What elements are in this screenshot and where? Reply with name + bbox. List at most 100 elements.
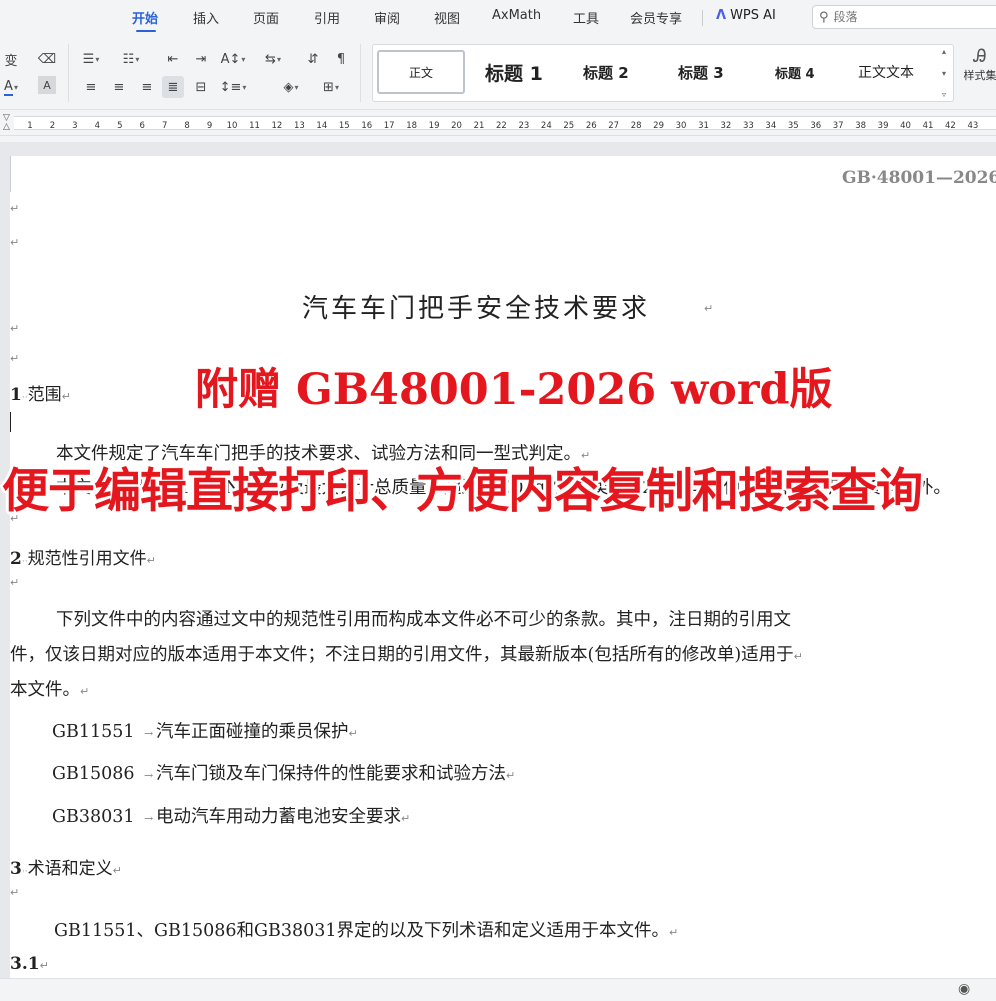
tab-home[interactable]: 开始 bbox=[132, 8, 158, 27]
paragraph-mark: ↵ bbox=[348, 727, 358, 740]
paragraph-mark: ↵ bbox=[112, 864, 122, 877]
increase-indent-icon[interactable]: ⇥ bbox=[190, 48, 212, 70]
ruler-number: 11 bbox=[249, 121, 260, 131]
style-set-icon: Ꭿ bbox=[973, 46, 987, 67]
document-area[interactable]: GB·48001—2026 ↵ ↵ 汽车车门把手安全技术要求 ↵ ↵ ↵ 1··… bbox=[0, 142, 996, 978]
align-left-icon[interactable]: ≡ bbox=[80, 76, 102, 98]
ruler-number: 5 bbox=[117, 121, 123, 131]
ruler-number: 7 bbox=[161, 121, 168, 131]
tab-page[interactable]: 页面 bbox=[253, 8, 279, 27]
ruler-number: 10 bbox=[226, 121, 238, 131]
character-shading-icon[interactable]: A bbox=[38, 76, 56, 94]
paragraph-mark: ↵ bbox=[10, 576, 20, 589]
paragraph-mark: ↵ bbox=[704, 302, 714, 315]
indent-marker-icon[interactable]: ▽ △ bbox=[3, 114, 13, 132]
ruler-number: 12 bbox=[271, 121, 283, 131]
search-icon: ⚲ bbox=[819, 9, 829, 25]
active-tab-indicator bbox=[136, 30, 156, 32]
ruler-number: 37 bbox=[832, 121, 844, 131]
ruler-number: 24 bbox=[540, 121, 552, 131]
style-heading-2[interactable]: 标题 2 bbox=[583, 62, 629, 83]
ruler-number: 30 bbox=[675, 121, 687, 131]
borders-icon[interactable]: ⊞ bbox=[320, 76, 342, 98]
section-heading-2: 2··规范性引用文件↵ bbox=[10, 549, 156, 569]
style-set-button[interactable]: Ꭿ 样式集 bbox=[960, 46, 996, 83]
ruler-number: 28 bbox=[630, 121, 642, 131]
body-paragraph: GB11551、GB15086和GB38031界定的以及下列术语和定义适用于本文… bbox=[54, 914, 678, 950]
style-normal[interactable]: 正文 bbox=[377, 50, 465, 94]
show-marks-icon[interactable]: ¶ bbox=[330, 48, 352, 70]
shading-icon[interactable]: ◈ bbox=[280, 76, 302, 98]
ruler-number: 16 bbox=[361, 121, 373, 131]
style-heading-1[interactable]: 标题 1 bbox=[485, 59, 543, 86]
line-spacing-icon[interactable]: ↕≡ bbox=[220, 76, 244, 98]
ruler-number: 31 bbox=[698, 121, 709, 131]
ruler-number: 23 bbox=[518, 121, 530, 131]
expand-icon[interactable]: ▿ bbox=[942, 90, 946, 99]
paragraph-mark: ↵ bbox=[39, 959, 49, 972]
paragraph-mark: ↵ bbox=[10, 886, 20, 899]
numbered-list-icon[interactable]: ☷ bbox=[120, 48, 142, 70]
paragraph-text: 本文件。 bbox=[10, 680, 80, 700]
align-justify-icon[interactable]: ≣ bbox=[162, 76, 184, 98]
chevron-up-icon[interactable]: ▴ bbox=[942, 47, 946, 56]
paragraph-mark: ↵ bbox=[10, 352, 20, 365]
section-number: 3 bbox=[10, 859, 22, 879]
align-right-icon[interactable]: ≡ bbox=[136, 76, 158, 98]
wps-ai-icon: ᐱ bbox=[716, 8, 727, 23]
body-paragraph-line: 件，仅该日期对应的版本适用于本文件；不注日期的引用文件，其最新版本(包括所有的修… bbox=[10, 638, 803, 674]
clear-format-icon[interactable]: ⌫ bbox=[36, 48, 58, 70]
paragraph-mark: ↵ bbox=[669, 926, 679, 939]
style-body-text[interactable]: 正文文本 bbox=[858, 62, 914, 82]
tab-axmath[interactable]: AxMath bbox=[492, 8, 541, 23]
phonetic-guide-icon[interactable]: 变 bbox=[0, 48, 22, 70]
subsection-number: 3.1 bbox=[10, 954, 40, 974]
chevron-down-icon[interactable]: ▾ bbox=[942, 69, 946, 78]
tab-insert[interactable]: 插入 bbox=[193, 8, 219, 27]
search-box[interactable]: ⚲ bbox=[812, 5, 996, 29]
text-direction-icon[interactable]: ⇆ bbox=[262, 48, 284, 70]
ruler-number: 14 bbox=[316, 121, 328, 131]
ribbon-toolbar: 变 ⌫ A A ☰ ☷ ⇤ ⇥ A↕ ⇆ ⇵ ¶ ≡ ≡ ≡ ≣ ⊟ ↕≡ ◈ … bbox=[0, 36, 996, 110]
font-color-icon[interactable]: A bbox=[0, 76, 22, 98]
toolbar-separator bbox=[360, 44, 361, 102]
ruler-number: 15 bbox=[338, 121, 350, 131]
horizontal-ruler[interactable]: ▽ △ 1 2 3 4 5 6 7 8 9 10 11 12 13 14 15 16 17 18 19 20 21 22 23… bbox=[0, 112, 996, 136]
tab-arrow-icon: → bbox=[144, 727, 154, 740]
section-title: 规范性引用文件 bbox=[27, 549, 147, 569]
paragraph-mark: ↵ bbox=[146, 554, 156, 567]
char-spacing-icon[interactable]: A↕ bbox=[221, 48, 244, 70]
ruler-number: 42 bbox=[945, 121, 956, 131]
paragraph-mark: ↵ bbox=[793, 650, 803, 663]
doc-header-number: GB·48001—2026 bbox=[842, 168, 996, 188]
section-title: 术语和定义 bbox=[27, 859, 113, 879]
reference-item: GB38031 → 电动汽车用动力蓄电池安全要求↵ bbox=[52, 800, 410, 836]
reference-name: 汽车门锁及车门保持件的性能要求和试验方法 bbox=[156, 764, 506, 784]
tab-membership[interactable]: 会员专享 bbox=[630, 8, 682, 27]
distributed-align-icon[interactable]: ⊟ bbox=[190, 76, 212, 98]
document-page[interactable]: GB·48001—2026 ↵ ↵ 汽车车门把手安全技术要求 ↵ ↵ ↵ 1··… bbox=[10, 156, 996, 978]
tab-view[interactable]: 视图 bbox=[434, 8, 460, 27]
wps-ai-button[interactable]: ᐱ WPS AI bbox=[716, 8, 776, 23]
style-heading-3[interactable]: 标题 3 bbox=[678, 62, 724, 83]
tab-arrow-icon: → bbox=[144, 812, 154, 825]
subsection-heading: 3.1↵ bbox=[10, 954, 49, 974]
toolbar-separator bbox=[68, 44, 69, 102]
tab-tools[interactable]: 工具 bbox=[573, 8, 599, 27]
eye-protection-icon[interactable]: ◉ bbox=[958, 981, 970, 997]
styles-scroll[interactable]: ▴ ▾ ▿ bbox=[937, 47, 951, 99]
ruler-number: 27 bbox=[608, 121, 620, 131]
tab-review[interactable]: 审阅 bbox=[374, 8, 400, 27]
tab-references[interactable]: 引用 bbox=[314, 8, 340, 27]
body-paragraph-line: 下列文件中的内容通过文中的规范性引用而构成本文件必不可少的条款。其中，注日期的引… bbox=[56, 610, 791, 630]
style-heading-4[interactable]: 标题 4 bbox=[775, 63, 815, 82]
section-title: 范围 bbox=[27, 385, 62, 405]
bullet-list-icon[interactable]: ☰ bbox=[80, 48, 102, 70]
section-heading-3: 3··术语和定义↵ bbox=[10, 859, 122, 879]
align-center-icon[interactable]: ≡ bbox=[108, 76, 130, 98]
ruler-number: 17 bbox=[383, 121, 395, 131]
body-paragraph-line: 本文件。↵ bbox=[10, 673, 89, 709]
decrease-indent-icon[interactable]: ⇤ bbox=[162, 48, 184, 70]
sort-icon[interactable]: ⇵ bbox=[302, 48, 324, 70]
search-input[interactable] bbox=[833, 10, 974, 24]
